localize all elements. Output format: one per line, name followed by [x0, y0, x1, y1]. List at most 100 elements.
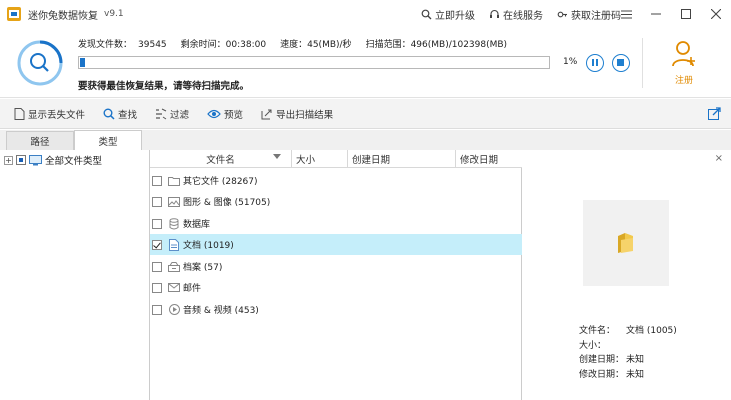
table-row[interactable]: 数据库 [150, 213, 522, 234]
minimize-icon[interactable] [641, 0, 671, 28]
row-label: 邮件 [183, 284, 202, 294]
tree-item-all-types[interactable]: + 全部文件类型 [4, 153, 102, 167]
find-button[interactable]: 查找 [103, 107, 137, 121]
stop-scan-button[interactable] [612, 54, 630, 72]
row-checkbox[interactable] [152, 218, 162, 229]
eye-icon [207, 109, 221, 118]
scan-range-label: 扫描范围： [365, 40, 411, 50]
export-icon [261, 109, 272, 119]
toolbar: 显示丢失文件 查找 过滤 预览 导出扫描结果 [0, 99, 731, 129]
menu-icon[interactable] [611, 0, 641, 28]
table-row[interactable]: 其它文件 (28267) [150, 170, 522, 191]
preview-thumbnail [583, 200, 669, 286]
found-files-label: 发现文件数： [78, 40, 133, 50]
close-preview-icon[interactable]: × [715, 153, 723, 164]
scan-progress-percent: 1% [563, 57, 578, 67]
table-row[interactable]: 档案 (57) [150, 256, 522, 277]
app-title: 迷你兔数据恢复 [28, 10, 98, 22]
file-info-name: 文件名： 文档 (1005) [579, 324, 677, 339]
scan-message: 要获得最佳恢复结果，请等待扫描完成。 [78, 81, 250, 92]
window-controls [611, 0, 731, 28]
row-checkbox[interactable] [152, 239, 162, 250]
headset-icon [490, 9, 499, 18]
table-row[interactable]: 图形 & 图像 (51705) [150, 191, 522, 212]
column-name-label: 文件名 [206, 155, 235, 166]
media-icon [168, 304, 180, 316]
tab-type[interactable]: 类型 [74, 130, 142, 150]
filter-button[interactable]: 过滤 [155, 107, 189, 121]
scan-range-stat: 扫描范围：496(MB)/102398(MB) [366, 37, 508, 50]
row-checkbox[interactable] [152, 261, 162, 272]
maximize-icon[interactable] [671, 0, 701, 28]
view-tabs: 路径 类型 [0, 130, 150, 150]
file-info-created: 创建日期： 未知 [579, 353, 677, 368]
register-label: 注册 [674, 76, 693, 86]
sort-arrow-icon [273, 154, 281, 159]
column-header-modified[interactable]: 修改日期 [456, 150, 522, 168]
register-button[interactable]: 注册 [662, 40, 706, 88]
close-icon[interactable] [701, 0, 731, 28]
title-actions: 立即升级 在线服务 获取注册码 [421, 0, 621, 28]
monitor-icon [29, 154, 42, 165]
row-label: 其它文件 (28267) [183, 177, 258, 187]
upgrade-label: 立即升级 [435, 10, 475, 22]
scan-progress-bar [78, 56, 550, 69]
tree-checkbox[interactable] [16, 155, 26, 165]
row-checkbox[interactable] [152, 175, 162, 186]
mail-icon [168, 282, 180, 294]
online-service-link[interactable]: 在线服务 [489, 7, 543, 22]
speed-value: 45(MB)/秒 [307, 40, 352, 50]
preview-panel: × 文件名： 文档 (1005) 大小： 创建日期： 未知 修改日期： 未知 [522, 150, 731, 400]
online-service-label: 在线服务 [503, 10, 543, 22]
column-header-size[interactable]: 大小 [292, 150, 348, 168]
table-row[interactable]: 文档 (1019) [150, 234, 522, 255]
file-list: 文件名 大小 创建日期 修改日期 其它文件 (28267) 图形 & 图像 (5… [150, 150, 522, 400]
info-value: 未知 [626, 369, 645, 380]
scan-stats: 发现文件数： 39545 剩余时间：00:38:00 速度：45(MB)/秒 扫描… [78, 37, 507, 50]
tree-expander[interactable]: + [4, 155, 13, 165]
found-files-stat: 发现文件数： 39545 [78, 37, 167, 50]
share-icon[interactable] [708, 107, 721, 123]
database-icon [168, 217, 180, 230]
upgrade-link[interactable]: 立即升级 [421, 7, 475, 22]
column-header-created[interactable]: 创建日期 [348, 150, 456, 168]
tree-item-label: 全部文件类型 [45, 156, 103, 167]
pause-scan-button[interactable] [586, 54, 604, 72]
app-logo-icon [6, 6, 22, 22]
table-row[interactable]: 邮件 [150, 277, 522, 298]
show-lost-files-label: 显示丢失文件 [28, 109, 86, 121]
info-value: 文档 (1005) [626, 326, 677, 336]
image-icon [168, 196, 180, 208]
table-row[interactable]: 音频 & 视频 (453) [150, 299, 522, 320]
scan-panel: 发现文件数： 39545 剩余时间：00:38:00 速度：45(MB)/秒 扫描… [0, 28, 731, 98]
row-checkbox[interactable] [152, 304, 162, 315]
file-icon [14, 107, 25, 120]
info-value: 未知 [626, 355, 645, 365]
file-list-header: 文件名 大小 创建日期 修改日期 [150, 150, 522, 168]
tab-path[interactable]: 路径 [6, 131, 74, 150]
folder-icon [618, 233, 633, 253]
document-icon [168, 238, 180, 251]
remaining-time-value: 00:38:00 [225, 40, 267, 50]
row-label: 数据库 [183, 220, 211, 230]
column-header-name[interactable]: 文件名 [150, 150, 292, 168]
row-checkbox[interactable] [152, 196, 162, 207]
info-key: 创建日期： [579, 355, 625, 365]
register-divider [642, 38, 643, 88]
scan-search-icon [17, 40, 63, 86]
row-checkbox[interactable] [152, 282, 162, 293]
remaining-time-label: 剩余时间： [180, 40, 226, 50]
row-label: 档案 (57) [183, 263, 223, 273]
export-scan-button[interactable]: 导出扫描结果 [261, 107, 333, 121]
filter-label: 过滤 [170, 109, 190, 121]
speed-label: 速度： [280, 40, 308, 50]
title-bar: 迷你兔数据恢复 v9.1 立即升级 在线服务 获取注册码 [0, 0, 731, 28]
preview-button[interactable]: 预览 [207, 107, 243, 121]
scan-progress-fill [80, 58, 85, 67]
file-info-modified: 修改日期： 未知 [579, 368, 677, 383]
file-info: 文件名： 文档 (1005) 大小： 创建日期： 未知 修改日期： 未知 [579, 324, 677, 382]
found-files-value: 39545 [138, 40, 167, 50]
folder-icon [168, 175, 180, 187]
info-key: 大小： [579, 340, 607, 351]
show-lost-files-button[interactable]: 显示丢失文件 [14, 107, 85, 121]
